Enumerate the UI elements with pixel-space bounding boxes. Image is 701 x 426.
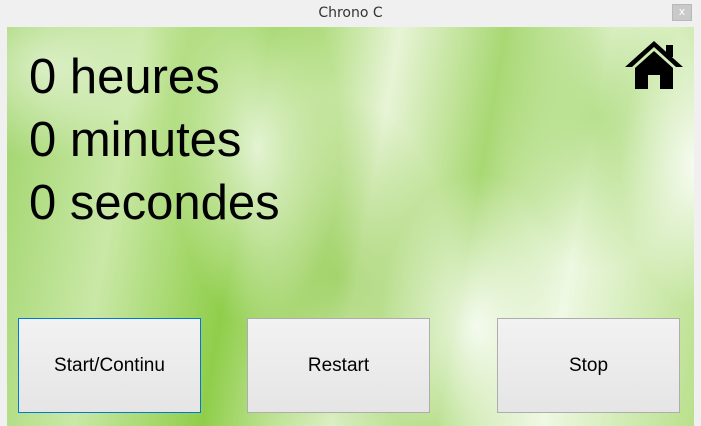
stop-button[interactable]: Stop <box>497 318 680 413</box>
seconds-display: 0 secondes <box>29 176 280 230</box>
chrono-panel: 0 heures 0 minutes 0 secondes Start/Cont… <box>7 27 694 426</box>
start-continue-button[interactable]: Start/Continu <box>18 318 201 413</box>
app-window: Chrono C x 0 heures 0 minutes 0 secondes… <box>0 0 701 426</box>
close-button[interactable]: x <box>672 4 692 21</box>
window-title: Chrono C <box>318 5 383 21</box>
hours-display: 0 heures <box>29 50 220 104</box>
home-icon[interactable] <box>625 39 683 91</box>
restart-button[interactable]: Restart <box>247 318 430 413</box>
minutes-display: 0 minutes <box>29 113 242 167</box>
title-bar: Chrono C x <box>0 0 701 26</box>
